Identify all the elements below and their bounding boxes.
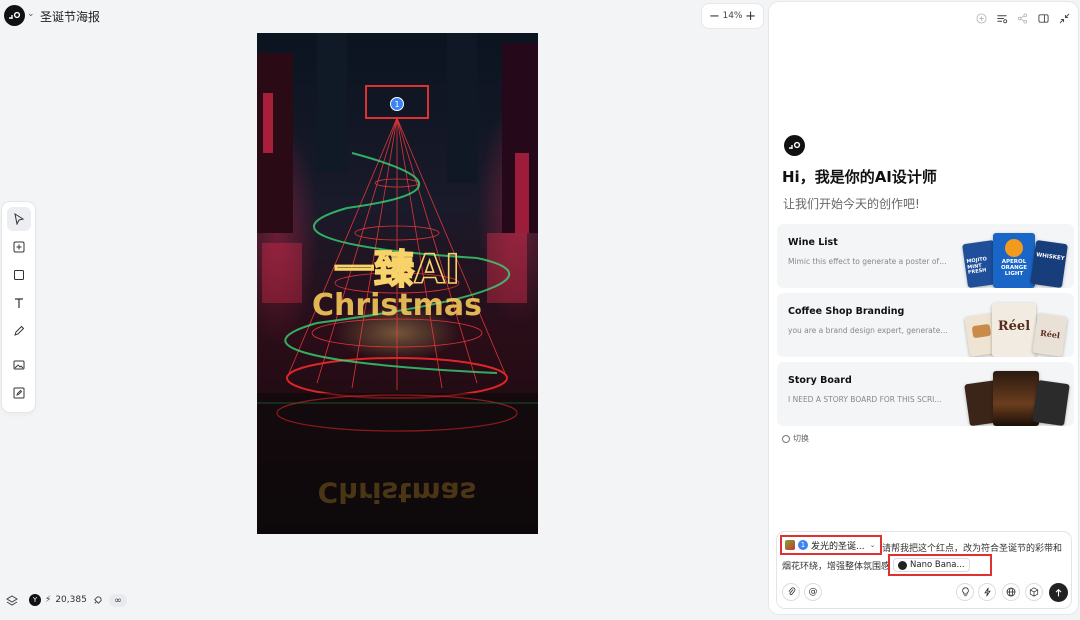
zoom-level[interactable]: 14% xyxy=(722,11,742,21)
switch-label: 切换 xyxy=(793,434,809,443)
annotation-marker[interactable]: 1 xyxy=(390,97,404,111)
3d-model-button[interactable] xyxy=(1025,583,1043,601)
collapse-icon[interactable] xyxy=(1059,13,1070,24)
at-icon: @ xyxy=(808,587,818,597)
select-tool-button[interactable] xyxy=(7,207,31,231)
idea-button[interactable] xyxy=(956,583,974,601)
zoom-control: − 14% + xyxy=(702,4,763,28)
template-card-wine-list[interactable]: Wine List Mimic this effect to generate … xyxy=(777,224,1074,288)
lightning-icon: ⚡︎ xyxy=(45,595,52,605)
lightbulb-icon xyxy=(961,587,969,597)
add-frame-icon xyxy=(13,241,25,253)
template-card-story-board[interactable]: Story Board I NEED A STORY BOARD FOR THI… xyxy=(777,362,1074,426)
text-icon xyxy=(15,298,23,308)
pen-tool-button[interactable] xyxy=(7,319,31,343)
infinity-button[interactable]: ∞ xyxy=(109,594,127,607)
image-add-icon xyxy=(13,360,25,370)
card-description: I NEED A STORY BOARD FOR THIS SCRI... xyxy=(788,395,942,404)
cube-icon xyxy=(1029,587,1039,597)
image-edit-icon xyxy=(13,387,25,399)
text-tool-button[interactable] xyxy=(7,291,31,315)
refresh-icon xyxy=(782,434,790,443)
poster-title-cn: 一臻AI xyxy=(334,247,460,293)
select-arrow-icon xyxy=(14,213,25,225)
card-title: Wine List xyxy=(788,237,838,248)
left-toolbar xyxy=(2,202,35,412)
rocket-icon[interactable] xyxy=(92,595,103,606)
rectangle-tool-button[interactable] xyxy=(7,263,31,287)
card-thumbnail-reel-2: Réel xyxy=(1032,313,1068,357)
poster-reflection-text: Christmas xyxy=(318,476,477,509)
lightning-icon xyxy=(983,587,991,597)
card-description: Mimic this effect to generate a poster o… xyxy=(788,257,948,266)
project-title[interactable]: 圣诞节海报 xyxy=(40,8,100,25)
paperclip-icon xyxy=(788,587,795,596)
card-thumbnail-reel: Réel xyxy=(992,303,1036,357)
rectangle-icon xyxy=(14,270,24,280)
card-title: Coffee Shop Branding xyxy=(788,306,905,317)
globe-icon xyxy=(1006,587,1016,597)
zoom-out-button[interactable]: − xyxy=(709,10,720,23)
web-search-button[interactable] xyxy=(1002,583,1020,601)
poster-title-en: Christmas xyxy=(312,288,482,323)
app-logo[interactable] xyxy=(4,5,25,26)
credits-badge: Y xyxy=(29,594,41,606)
mention-button[interactable]: @ xyxy=(804,583,822,601)
greeting-subtitle: 让我们开始今天的创作吧! xyxy=(783,197,920,211)
layers-icon[interactable] xyxy=(6,595,18,607)
credits-display[interactable]: Y ⚡︎ 20,385 xyxy=(29,594,87,606)
image-edit-button[interactable] xyxy=(7,381,31,405)
model-chip[interactable]: Nano Bana... xyxy=(893,558,970,572)
image-reference-chip[interactable]: 1 发光的圣诞... ⌄ xyxy=(780,535,882,555)
zoom-in-button[interactable]: + xyxy=(745,10,756,23)
chip-thumbnail xyxy=(785,540,795,550)
card-thumbnail-whiskey: WHISKEY xyxy=(1030,239,1068,288)
image-add-button[interactable] xyxy=(7,353,31,377)
credits-count: 20,385 xyxy=(55,595,87,605)
logo-mark-icon xyxy=(789,141,801,149)
pen-icon xyxy=(14,325,25,336)
chip-marker-number: 1 xyxy=(798,540,808,550)
attach-button[interactable] xyxy=(782,583,800,601)
card-title: Story Board xyxy=(788,375,852,386)
greeting-heading: Hi，我是你的AI设计师 xyxy=(782,168,937,186)
card-thumbnail-scene-3 xyxy=(1032,379,1070,426)
send-button[interactable] xyxy=(1049,583,1068,602)
model-label: Nano Bana... xyxy=(910,560,965,570)
assistant-logo xyxy=(784,135,805,156)
history-list-icon[interactable] xyxy=(996,13,1008,24)
model-icon xyxy=(898,560,907,570)
chevron-down-icon[interactable]: ⌄ xyxy=(870,541,876,549)
ai-assistant-panel: Hi，我是你的AI设计师 让我们开始今天的创作吧! Wine List Mimi… xyxy=(769,2,1078,614)
prompt-text-line-1[interactable]: 请帮我把这个红点，改为符合圣诞节的彩带和 xyxy=(882,541,1062,554)
chevron-down-icon[interactable]: ⌄ xyxy=(27,9,35,19)
switch-templates-button[interactable]: 切换 xyxy=(782,433,809,444)
add-frame-button[interactable] xyxy=(7,235,31,259)
model-reference-highlight: Nano Bana... xyxy=(888,554,992,576)
logo-mark-icon xyxy=(9,11,21,19)
share-icon[interactable] xyxy=(1017,13,1028,24)
new-chat-icon[interactable] xyxy=(976,13,987,24)
expand-panel-icon[interactable] xyxy=(1038,13,1049,24)
chip-label: 发光的圣诞... xyxy=(811,541,865,552)
card-thumbnail-aperol: APEROL ORANGE LIGHT xyxy=(993,233,1035,288)
lightning-mode-button[interactable] xyxy=(978,583,996,601)
template-card-coffee-branding[interactable]: Coffee Shop Branding you are a brand des… xyxy=(777,293,1074,357)
arrow-up-icon xyxy=(1055,588,1062,596)
prompt-text-line-2[interactable]: 烟花环绕，增强整体氛围感 xyxy=(782,559,890,572)
card-description: you are a brand design expert, generate … xyxy=(788,326,948,335)
